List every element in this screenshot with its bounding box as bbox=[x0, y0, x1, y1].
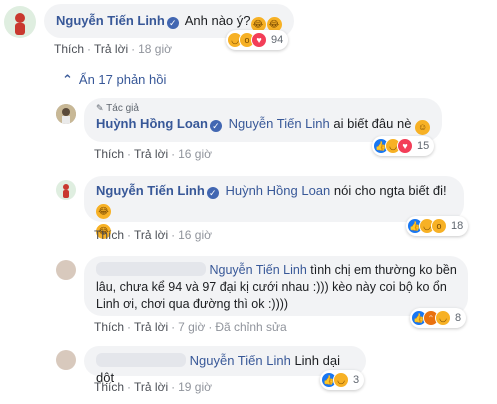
reaction-count: 18 bbox=[451, 220, 464, 232]
avatar[interactable] bbox=[56, 350, 76, 370]
reaction-count: 15 bbox=[417, 140, 430, 152]
reaction-summary[interactable]: 👍 ◡ 3 bbox=[320, 370, 365, 390]
chevron-up-icon: ⌃ bbox=[62, 72, 73, 87]
like-link[interactable]: Thích bbox=[94, 380, 124, 394]
comment-text-line-2: lâu, chưa kể 94 và 97 đại kị cưới nhau :… bbox=[96, 280, 447, 294]
verified-icon: ✓ bbox=[166, 17, 179, 29]
wow-react-icon: o bbox=[431, 218, 447, 234]
like-link[interactable]: Thích bbox=[94, 147, 124, 161]
timestamp[interactable]: 18 giờ bbox=[138, 42, 172, 56]
laugh-react-icon: ◡ bbox=[435, 310, 451, 326]
reaction-count: 94 bbox=[271, 34, 284, 46]
timestamp[interactable]: 19 giờ bbox=[178, 380, 212, 394]
author-name[interactable]: Nguyễn Tiến Linh bbox=[56, 13, 165, 28]
timestamp[interactable]: 16 giờ bbox=[178, 228, 212, 242]
blurred-author-name bbox=[96, 353, 186, 367]
comment-actions: Thích · Trả lời · 19 giờ bbox=[94, 380, 212, 394]
like-link[interactable]: Thích bbox=[94, 320, 124, 334]
author-badge: ✎ Tác giả bbox=[96, 102, 430, 115]
avatar[interactable] bbox=[4, 6, 36, 38]
hide-replies-label: Ẩn 17 phản hồi bbox=[78, 72, 167, 87]
like-link[interactable]: Thích bbox=[94, 228, 124, 242]
reply-link[interactable]: Trả lời bbox=[134, 228, 168, 242]
reaction-summary[interactable]: 👍 ◡ ♥ 15 bbox=[372, 136, 435, 156]
comment-bubble: Nguyễn Tiến Linh tình chị em thường ko b… bbox=[84, 256, 468, 316]
avatar[interactable] bbox=[56, 180, 76, 200]
verified-icon: ✓ bbox=[209, 120, 222, 132]
reply-link[interactable]: Trả lời bbox=[94, 42, 128, 56]
verified-icon: ✓ bbox=[206, 187, 219, 199]
heart-react-icon: ♥ bbox=[397, 138, 413, 154]
author-name[interactable]: Huỳnh Hồng Loan bbox=[96, 116, 208, 131]
comment-text-line-3: Linh ơi, chơi qua đường thì ok :)))) bbox=[96, 297, 289, 311]
comment-actions: Thích · Trả lời · 7 giờ · Đã chỉnh sửa bbox=[94, 320, 287, 334]
like-link[interactable]: Thích bbox=[54, 42, 84, 56]
mention-link[interactable]: Nguyễn Tiến Linh bbox=[190, 353, 291, 368]
laughing-emoji-icon: 😂 bbox=[96, 204, 111, 219]
reaction-summary[interactable]: 👍 ◡ o 18 bbox=[406, 216, 469, 236]
comment-text: Anh nào ý? bbox=[184, 13, 251, 28]
reaction-summary[interactable]: 👍 ᵔ ◡ 8 bbox=[410, 308, 467, 328]
blurred-author-name bbox=[96, 262, 206, 276]
timestamp[interactable]: 7 giờ bbox=[178, 320, 205, 334]
reply-link[interactable]: Trả lời bbox=[134, 380, 168, 394]
mention-link[interactable]: Nguyễn Tiến Linh bbox=[209, 263, 306, 277]
comment-text-line-1: tình chị em thường ko bền bbox=[310, 263, 457, 277]
mention-link[interactable]: Nguyễn Tiến Linh bbox=[229, 116, 330, 131]
timestamp[interactable]: 16 giờ bbox=[178, 147, 212, 161]
mention-link[interactable]: Huỳnh Hồng Loan bbox=[225, 183, 330, 198]
comment-actions: Thích · Trả lời · 18 giờ bbox=[54, 42, 172, 56]
reaction-count: 3 bbox=[353, 374, 360, 386]
hide-replies-link[interactable]: ⌃ Ẩn 17 phản hồi bbox=[62, 72, 166, 88]
comment-actions: Thích · Trả lời · 16 giờ bbox=[94, 147, 212, 161]
reaction-count: 8 bbox=[455, 312, 462, 324]
grin-emoji-icon: ☺ bbox=[415, 120, 431, 135]
pencil-icon: ✎ bbox=[96, 103, 104, 113]
heart-react-icon: ♥ bbox=[251, 32, 267, 48]
reaction-summary[interactable]: ◡ o ♥ 94 bbox=[226, 30, 289, 50]
comment-text: nói cho ngta biết đi! bbox=[333, 183, 447, 198]
comment-bubble: Nguyễn Tiến Linh ✓ Huỳnh Hồng Loan nói ch… bbox=[84, 176, 464, 239]
badge-label: Tác giả bbox=[106, 103, 139, 114]
avatar[interactable] bbox=[56, 260, 76, 280]
edited-label[interactable]: Đã chỉnh sửa bbox=[215, 320, 286, 334]
reply-link[interactable]: Trả lời bbox=[134, 147, 168, 161]
avatar[interactable] bbox=[56, 104, 76, 124]
laugh-react-icon: ◡ bbox=[333, 372, 349, 388]
reply-link[interactable]: Trả lời bbox=[134, 320, 168, 334]
author-name[interactable]: Nguyễn Tiến Linh bbox=[96, 183, 205, 198]
comment-text: ai biết đâu nè bbox=[333, 116, 412, 131]
comment-actions: Thích · Trả lời · 16 giờ bbox=[94, 228, 212, 242]
